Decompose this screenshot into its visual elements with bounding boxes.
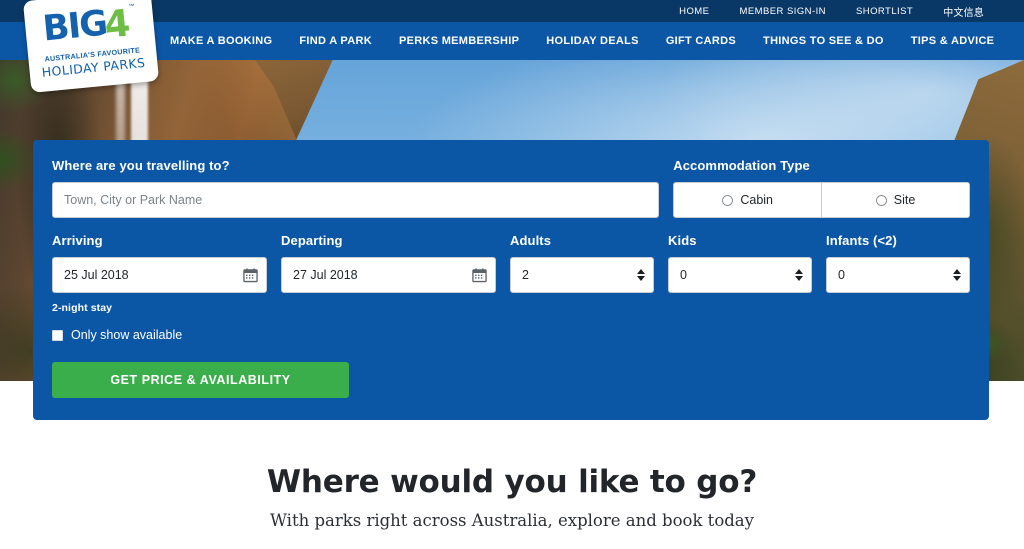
- accommodation-option-site[interactable]: Site: [821, 183, 970, 217]
- departing-label: Departing: [281, 233, 343, 248]
- arriving-label: Arriving: [52, 233, 103, 248]
- infants-select[interactable]: 0: [826, 257, 970, 293]
- arriving-date-input[interactable]: [52, 257, 267, 293]
- destination-field-group: Where are you travelling to?: [52, 158, 660, 218]
- nav-item-gift-cards[interactable]: GIFT CARDS: [666, 35, 736, 47]
- top-utility-bar: HOME MEMBER SIGN-IN SHORTLIST 中文信息: [0, 0, 1024, 22]
- accommodation-option-site-label: Site: [893, 193, 916, 207]
- accommodation-option-cabin-label: Cabin: [740, 193, 774, 207]
- nav-item-holiday-deals[interactable]: HOLIDAY DEALS: [546, 35, 639, 47]
- kids-label: Kids: [668, 233, 697, 248]
- nav-item-find-a-park[interactable]: FIND A PARK: [299, 35, 372, 47]
- infants-value: 0: [838, 268, 845, 282]
- accommodation-type-toggle: Cabin Site: [673, 182, 970, 218]
- adults-field-group: Adults 2: [510, 233, 654, 293]
- page-root: HOME MEMBER SIGN-IN SHORTLIST 中文信息 MAKE …: [0, 0, 1024, 549]
- departing-field-group: Departing: [281, 233, 496, 293]
- nav-item-perks-membership[interactable]: PERKS MEMBERSHIP: [399, 35, 519, 47]
- accommodation-type-label: Accommodation Type: [673, 158, 810, 173]
- logo-text-big: BIG: [41, 3, 109, 50]
- infants-field-group: Infants (<2) 0: [826, 233, 970, 293]
- logo-trademark-symbol: ™: [128, 3, 135, 11]
- arriving-field-group: Arriving: [52, 233, 267, 293]
- below-hero-section: Where would you like to go? With parks r…: [0, 432, 1024, 549]
- adults-label: Adults: [510, 233, 552, 248]
- topbar-link-member-sign-in[interactable]: MEMBER SIGN-IN: [739, 6, 826, 17]
- stay-duration-note: 2-night stay: [52, 302, 113, 314]
- radio-icon-site[interactable]: [875, 194, 887, 206]
- booking-row-destination: Where are you travelling to? Accommodati…: [52, 158, 970, 218]
- nav-item-make-a-booking[interactable]: MAKE A BOOKING: [170, 35, 272, 47]
- big4-logo[interactable]: BIG 4 ™ AUSTRALIA'S FAVOURITE HOLIDAY PA…: [22, 0, 160, 93]
- booking-search-panel: Where are you travelling to? Accommodati…: [33, 140, 989, 420]
- topbar-link-shortlist[interactable]: SHORTLIST: [856, 6, 913, 17]
- infants-label: Infants (<2): [826, 233, 897, 248]
- accommodation-type-group: Accommodation Type Cabin Site: [673, 158, 970, 218]
- adults-value: 2: [522, 268, 529, 282]
- nav-item-tips-and-advice[interactable]: TIPS & ADVICE: [911, 35, 995, 47]
- logo-wordmark: BIG 4 ™: [41, 1, 138, 50]
- spinner-icon-adults[interactable]: [637, 269, 645, 281]
- only-show-available-row[interactable]: Only show available: [52, 328, 970, 342]
- radio-icon-cabin[interactable]: [722, 194, 734, 206]
- kids-value: 0: [680, 268, 687, 282]
- get-price-availability-button[interactable]: GET PRICE & AVAILABILITY: [52, 362, 349, 398]
- spinner-icon-infants[interactable]: [953, 269, 961, 281]
- accommodation-option-cabin[interactable]: Cabin: [674, 183, 822, 217]
- topbar-link-chinese-info[interactable]: 中文信息: [943, 4, 984, 19]
- destination-input[interactable]: [52, 182, 660, 218]
- only-show-available-label: Only show available: [71, 328, 183, 342]
- destination-label: Where are you travelling to?: [52, 158, 230, 173]
- logo-text-four: 4: [102, 1, 132, 47]
- kids-field-group: Kids 0: [668, 233, 812, 293]
- section-heading: Where would you like to go?: [266, 464, 758, 500]
- checkbox-icon-only-show-available[interactable]: [52, 329, 63, 341]
- adults-select[interactable]: 2: [510, 257, 654, 293]
- spinner-icon-kids[interactable]: [795, 269, 803, 281]
- departing-date-input[interactable]: [281, 257, 496, 293]
- kids-select[interactable]: 0: [668, 257, 812, 293]
- nav-item-things-to-see-and-do[interactable]: THINGS TO SEE & DO: [763, 35, 884, 47]
- section-subheading: With parks right across Australia, explo…: [270, 511, 754, 530]
- booking-row-dates-guests: Arriving 25 Jul 2018 Departing 27 Jul 20…: [52, 233, 970, 293]
- topbar-link-home[interactable]: HOME: [679, 6, 709, 17]
